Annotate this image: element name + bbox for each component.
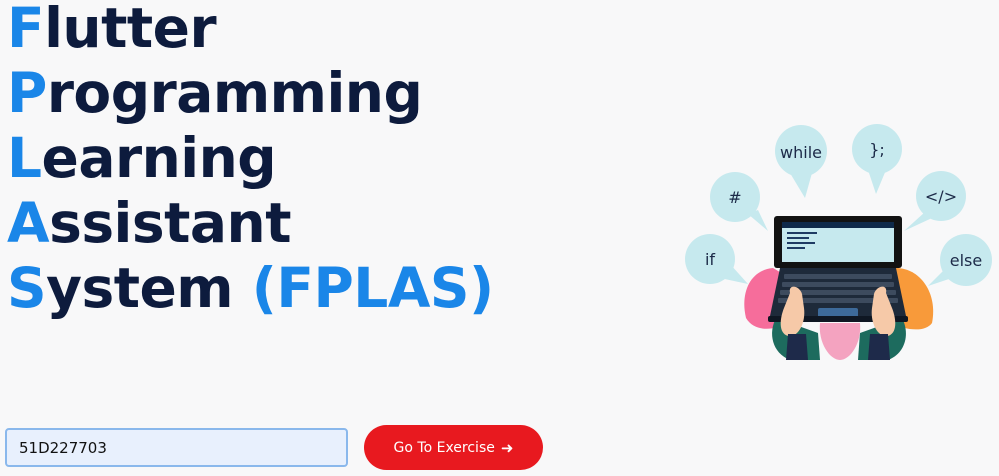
landing-page: Flutter Programming Learning Assistant S… [0, 0, 999, 476]
title-initial: P [7, 61, 47, 125]
title-line-flutter: Flutter [7, 0, 494, 61]
bubble-if-label: if [705, 250, 715, 269]
title-initial: S [7, 256, 47, 320]
title-rest: ystem [46, 256, 234, 320]
code-line [787, 232, 817, 234]
bubble-else-label: else [950, 251, 982, 270]
title-initial: F [7, 0, 45, 60]
go-to-exercise-button[interactable]: Go To Exercise ➜ [364, 425, 543, 470]
pink-shirt-shape [819, 323, 861, 360]
code-line [787, 237, 809, 239]
bubble-brace: }; [852, 124, 902, 194]
title-line-programming: Programming [7, 61, 494, 126]
bubble-if: if [685, 234, 748, 284]
title-line-system: System (FPLAS) [7, 256, 494, 321]
left-cuff [786, 334, 808, 360]
title-rest: ssistant [49, 191, 291, 255]
title-initial: A [7, 191, 50, 255]
title-line-assistant: Assistant [7, 191, 494, 256]
bubble-while: while [775, 125, 827, 198]
title-rest: rogramming [46, 61, 423, 125]
bubble-hash-label: # [728, 188, 741, 207]
right-cuff [868, 334, 890, 360]
go-to-exercise-label: Go To Exercise [393, 439, 495, 456]
screen-topbar [782, 222, 894, 228]
exercise-id-input[interactable] [5, 428, 348, 467]
code-line [787, 247, 805, 249]
title-rest: lutter [44, 0, 217, 60]
arrow-right-icon: ➜ [500, 438, 514, 457]
title-rest: earning [41, 126, 277, 190]
bubble-tag: </> [904, 171, 966, 231]
bubble-else: else [928, 234, 992, 286]
title-line-learning: Learning [7, 126, 494, 191]
bubble-hash: # [710, 172, 768, 231]
title-initial: L [7, 126, 42, 190]
bubble-while-label: while [780, 143, 822, 162]
page-title: Flutter Programming Learning Assistant S… [7, 0, 494, 321]
title-acronym: (FPLAS) [251, 256, 494, 320]
laptop-coding-illustration: if # while }; </> else [685, 124, 992, 360]
bubble-tag-label: </> [925, 187, 957, 206]
code-line [787, 242, 815, 244]
bubble-brace-label: }; [869, 140, 885, 159]
